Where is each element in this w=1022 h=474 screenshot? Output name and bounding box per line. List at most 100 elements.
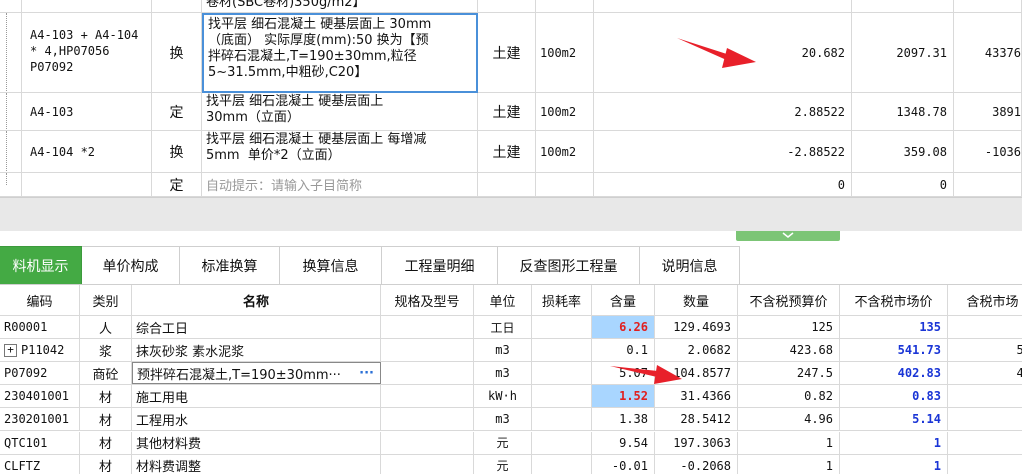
name-input-hint[interactable]: 自动提示：请输入子目简称 <box>202 173 478 197</box>
code-cell[interactable]: + P11042 <box>0 339 80 362</box>
table-row[interactable]: QTC101 材其他材料费元 9.54 197.3063 1 1 <box>0 431 1022 455</box>
major-cell[interactable]: 土建 <box>478 131 536 173</box>
unit-cell[interactable]: 工日 <box>474 316 532 339</box>
table-row[interactable]: 230201001 材工程用水 m3 1.38 28.5412 4.96 5.14 <box>0 408 1022 432</box>
price-cell[interactable]: 2097.31 <box>852 13 954 93</box>
type-cell[interactable]: 材 <box>80 431 132 454</box>
tax-market-price-cell[interactable] <box>948 432 1022 454</box>
name-cell[interactable]: 抹灰砂浆 素水泥浆 <box>132 339 381 362</box>
code-cell[interactable]: 230201001 <box>0 408 80 431</box>
name-cell[interactable]: 其他材料费 <box>132 431 381 454</box>
qty-cell[interactable]: -2.88522 <box>594 131 852 173</box>
market-price-cell[interactable]: 541.73 <box>840 339 948 362</box>
header-type[interactable]: 类别 <box>80 285 132 315</box>
name-cell[interactable]: 找平层 细石混凝土 硬基层面上 每增减 5mm 单价*2（立面） <box>202 131 478 173</box>
spec-cell[interactable] <box>381 431 474 454</box>
name-cell[interactable]: 材料费调整 <box>132 454 381 474</box>
content-cell[interactable]: 1.52 <box>592 385 655 408</box>
type-cell[interactable]: 材 <box>80 385 132 408</box>
code-cell[interactable]: A4-103 <box>22 93 152 131</box>
name-cell[interactable]: 施工用电 <box>132 385 381 408</box>
market-price-cell[interactable]: 0.83 <box>840 385 948 408</box>
name-cell[interactable]: 综合工日 <box>132 316 381 339</box>
loss-rate-cell[interactable] <box>532 385 592 408</box>
unit-cell[interactable]: m3 <box>474 339 532 362</box>
name-cell[interactable]: 卷材(SBC卷材)350g/m2】 <box>202 0 478 13</box>
code-cell[interactable] <box>22 173 152 197</box>
tax-market-price-cell[interactable]: 40 <box>948 362 1022 384</box>
quantity-cell[interactable]: 2.0682 <box>655 339 738 362</box>
quantity-cell[interactable]: 104.8577 <box>655 362 738 385</box>
loss-rate-cell[interactable] <box>532 316 592 339</box>
loss-rate-cell[interactable] <box>532 408 592 431</box>
name-cell[interactable]: 工程用水 <box>132 408 381 431</box>
total-cell[interactable] <box>954 173 1022 197</box>
tax-market-price-cell[interactable] <box>948 385 1022 407</box>
content-cell[interactable]: -0.01 <box>592 454 655 474</box>
tab-description-info[interactable]: 说明信息 <box>640 246 740 284</box>
code-cell[interactable]: 230401001 <box>0 385 80 408</box>
market-price-cell[interactable]: 135 <box>840 316 948 339</box>
major-cell[interactable] <box>478 173 536 197</box>
qty-cell[interactable]: 0 <box>594 173 852 197</box>
quantity-cell[interactable]: 197.3063 <box>655 431 738 454</box>
header-quantity[interactable]: 数量 <box>655 285 738 315</box>
spec-cell[interactable] <box>381 385 474 408</box>
major-cell[interactable]: 土建 <box>478 13 536 93</box>
tab-conversion-info[interactable]: 换算信息 <box>280 246 382 284</box>
header-budget-price[interactable]: 不含税预算价 <box>738 285 840 315</box>
expand-plus-icon[interactable]: + <box>4 343 17 357</box>
budget-price-cell[interactable]: 247.5 <box>738 362 840 385</box>
code-cell[interactable]: R00001 <box>0 316 80 339</box>
content-cell[interactable]: 6.26 <box>592 316 655 339</box>
header-market-price[interactable]: 不含税市场价 <box>840 285 948 315</box>
type-cell[interactable]: 商砼 <box>80 362 132 385</box>
content-cell[interactable]: 9.54 <box>592 431 655 454</box>
tax-market-price-cell[interactable]: 54 <box>948 339 1022 361</box>
qty-cell[interactable]: 20.682 <box>594 13 852 93</box>
major-cell[interactable]: 土建 <box>478 93 536 131</box>
tax-market-price-cell[interactable] <box>948 408 1022 430</box>
code-cell[interactable]: A4-104 *2 <box>22 131 152 173</box>
code-cell[interactable]: A4-103 + A4-104 * 4,HP07056 P07092 <box>22 13 152 93</box>
unit-cell[interactable]: 元 <box>474 431 532 454</box>
unit-cell[interactable]: 元 <box>474 454 532 474</box>
total-cell[interactable]: 43376 <box>954 13 1022 93</box>
quantity-cell[interactable]: 129.4693 <box>655 316 738 339</box>
unit-cell[interactable]: 100m2 <box>536 13 594 93</box>
loss-rate-cell[interactable] <box>532 454 592 474</box>
spec-cell[interactable] <box>381 454 474 474</box>
market-price-cell[interactable]: 1 <box>840 431 948 454</box>
quantity-cell[interactable]: 31.4366 <box>655 385 738 408</box>
type-cell[interactable]: 换 <box>152 13 202 93</box>
name-cell[interactable]: 预拌碎石混凝土,T=190±30mm··· ··· <box>132 362 381 385</box>
quantity-cell[interactable]: 28.5412 <box>655 408 738 431</box>
spec-cell[interactable] <box>381 339 474 362</box>
table-row[interactable]: CLFTZ 材材料费调整元 -0.01 -0.2068 1 1 <box>0 454 1022 474</box>
header-spec[interactable]: 规格及型号 <box>381 285 474 315</box>
budget-price-cell[interactable]: 125 <box>738 316 840 339</box>
more-ellipsis-icon[interactable]: ··· <box>353 366 380 381</box>
pane-splitter[interactable] <box>0 197 1022 231</box>
header-content[interactable]: 含量 <box>592 285 655 315</box>
price-cell[interactable]: 1348.78 <box>852 93 954 131</box>
loss-rate-cell[interactable] <box>532 431 592 454</box>
tab-reverse-graphic-quantity[interactable]: 反查图形工程量 <box>498 246 640 284</box>
market-price-cell[interactable]: 5.14 <box>840 408 948 431</box>
unit-cell[interactable]: 100m2 <box>536 131 594 173</box>
spec-cell[interactable] <box>381 316 474 339</box>
quantity-cell[interactable]: -0.2068 <box>655 454 738 474</box>
total-cell[interactable]: 3891 <box>954 93 1022 131</box>
price-cell[interactable]: 359.08 <box>852 131 954 173</box>
spec-cell[interactable] <box>381 408 474 431</box>
type-cell[interactable]: 材 <box>80 454 132 474</box>
qty-cell[interactable]: 2.88522 <box>594 93 852 131</box>
budget-price-cell[interactable]: 4.96 <box>738 408 840 431</box>
market-price-cell[interactable]: 1 <box>840 454 948 474</box>
type-cell[interactable]: 材 <box>80 408 132 431</box>
type-cell[interactable]: 定 <box>152 93 202 131</box>
table-row[interactable]: P07092 商砼 预拌碎石混凝土,T=190±30mm··· ··· m3 5.07 10… <box>0 362 1022 386</box>
unit-cell[interactable]: m3 <box>474 408 532 431</box>
code-cell[interactable]: P07092 <box>0 362 80 385</box>
tab-unit-price-composition[interactable]: 单价构成 <box>82 246 180 284</box>
